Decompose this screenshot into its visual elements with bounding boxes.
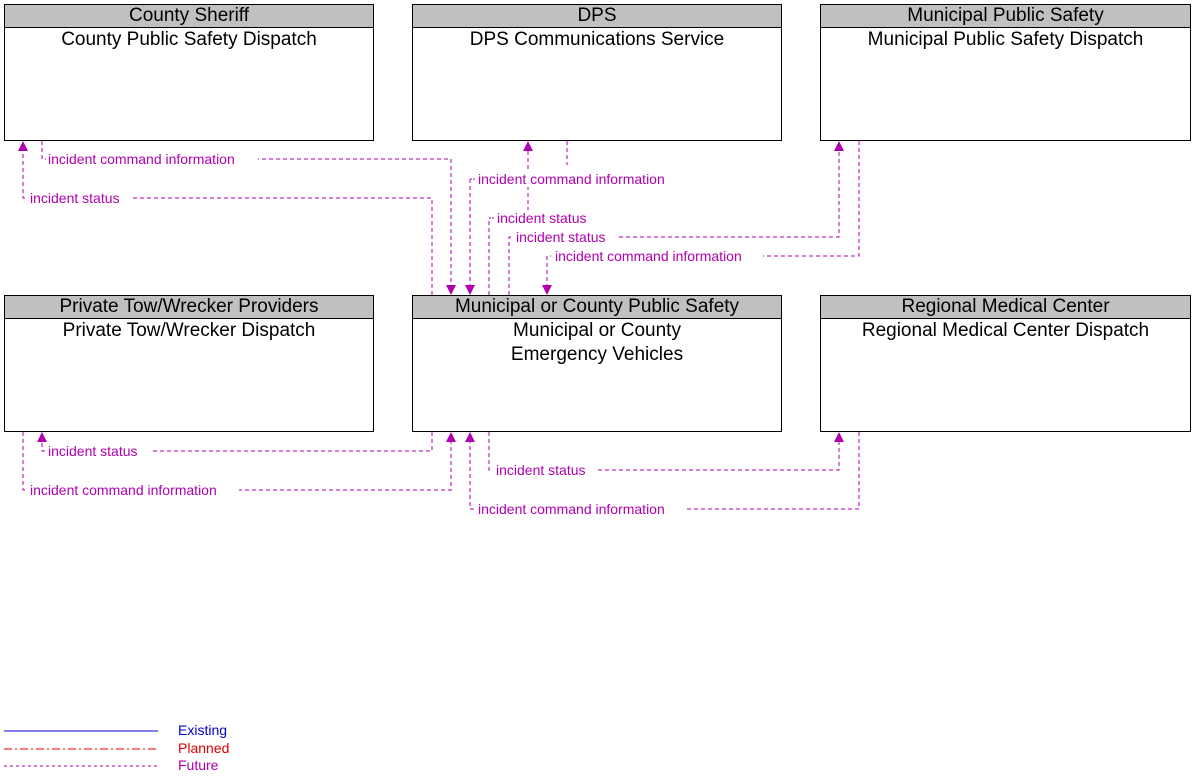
flow-label: incident command information — [48, 151, 235, 167]
flow-label: incident status — [516, 229, 606, 245]
flow-label: incident command information — [478, 171, 665, 187]
flow-label: incident status — [30, 190, 120, 206]
flow-label: incident command information — [30, 482, 217, 498]
flow-label: incident status — [497, 210, 587, 226]
flow-layer: incident command information incident st… — [4, 0, 860, 767]
legend-planned: Planned — [178, 740, 230, 756]
flow-label: incident command information — [478, 501, 665, 517]
flow-label: incident status — [48, 443, 138, 459]
flow-label: incident command information — [555, 248, 742, 264]
legend-existing: Existing — [178, 722, 228, 738]
flow-line[interactable] — [18, 141, 433, 295]
flow-label: incident status — [496, 462, 586, 478]
legend-future: Future — [178, 757, 219, 773]
